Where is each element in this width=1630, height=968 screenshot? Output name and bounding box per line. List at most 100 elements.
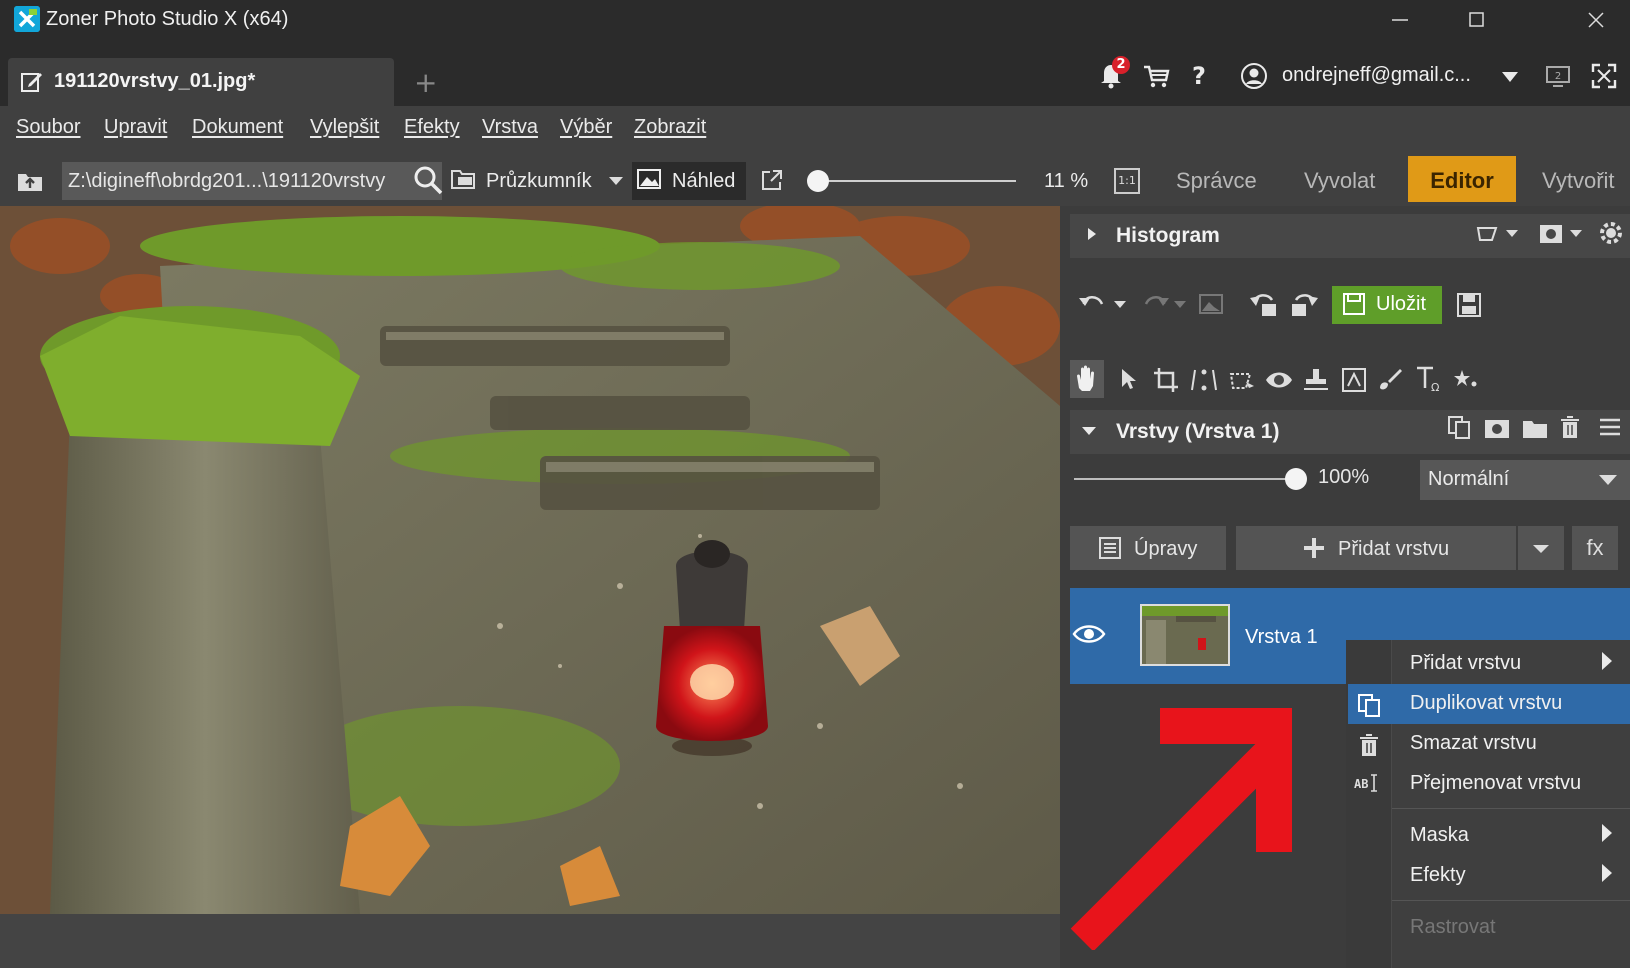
- trash-icon: [1358, 732, 1380, 758]
- save-as-icon: [1457, 293, 1481, 317]
- open-external-button[interactable]: [760, 168, 784, 192]
- hand-tool-button[interactable]: [1070, 360, 1104, 398]
- close-button[interactable]: [1576, 4, 1616, 36]
- add-mask-icon[interactable]: [1484, 418, 1510, 440]
- layer-visibility-eye-icon[interactable]: [1072, 622, 1106, 646]
- window-title: Zoner Photo Studio X (x64): [46, 8, 289, 30]
- fullscreen-icon: [1591, 63, 1617, 89]
- settings-gear-icon[interactable]: [1598, 220, 1624, 246]
- maximize-button[interactable]: [1456, 4, 1496, 36]
- straighten-tool-icon[interactable]: [1190, 366, 1218, 394]
- mode-vytvorit[interactable]: Vytvořit: [1542, 168, 1615, 194]
- blend-mode-value: Normální: [1428, 468, 1510, 490]
- duplicate-icon: [1356, 692, 1382, 718]
- collapse-arrow-icon[interactable]: [1080, 424, 1098, 438]
- menu-vrstva[interactable]: Vrstva: [482, 116, 538, 139]
- undo-button[interactable]: [1076, 290, 1132, 318]
- opacity-slider-track[interactable]: [1074, 478, 1296, 480]
- external-link-icon: [762, 170, 782, 190]
- add-layer-dropdown-button[interactable]: [1518, 526, 1564, 570]
- ctx-rasterize: Rastrovat: [1410, 916, 1496, 938]
- account-name[interactable]: ondrejneff@gmail.c...: [1282, 64, 1471, 87]
- fullscreen-button[interactable]: [1590, 62, 1618, 90]
- zoom-value: 11 %: [1044, 170, 1089, 192]
- zoom-slider-track[interactable]: [808, 180, 1016, 182]
- undo-icon: [1079, 296, 1126, 308]
- text-tool-icon[interactable]: Ω: [1414, 364, 1444, 394]
- blend-mode-dropdown-icon[interactable]: [1598, 474, 1618, 486]
- mode-spravce[interactable]: Správce: [1176, 168, 1257, 194]
- minimize-button[interactable]: [1380, 4, 1420, 36]
- cart-button[interactable]: [1142, 62, 1172, 92]
- effects-tool-icon[interactable]: [1452, 366, 1480, 394]
- select-tool-icon[interactable]: [1118, 366, 1140, 392]
- search-icon: [414, 166, 443, 195]
- svg-text:2: 2: [1555, 71, 1561, 82]
- mode-vyvolat[interactable]: Vyvolat: [1304, 168, 1375, 194]
- menu-efekty[interactable]: Efekty: [404, 116, 460, 139]
- edit-document-icon: [20, 70, 44, 94]
- photo-image: [0, 206, 1060, 914]
- ctx-mask[interactable]: Maska: [1410, 824, 1469, 847]
- menu-zobrazit[interactable]: Zobrazit: [634, 116, 706, 139]
- histogram-options-icon[interactable]: [1476, 222, 1528, 246]
- account-dropdown-icon[interactable]: [1500, 70, 1520, 84]
- opacity-value: 100%: [1318, 466, 1370, 488]
- clone-stamp-tool-icon[interactable]: [1302, 366, 1330, 394]
- redo-button[interactable]: [1138, 290, 1194, 318]
- save-as-button[interactable]: [1456, 292, 1482, 318]
- document-tab-label: 191120vrstvy_01.jpg*: [54, 70, 256, 92]
- plus-icon: [1302, 536, 1326, 560]
- adjustments-label: Úpravy: [1134, 538, 1198, 560]
- delete-layer-icon[interactable]: [1558, 414, 1582, 440]
- ctx-delete-layer[interactable]: Smazat vrstvu: [1410, 732, 1537, 755]
- mask-options-icon[interactable]: [1538, 222, 1588, 246]
- folder-up-button[interactable]: [16, 168, 44, 194]
- photo-canvas[interactable]: [0, 206, 1060, 914]
- folder-up-icon: [18, 174, 42, 191]
- mode-editor-label: Editor: [1430, 168, 1494, 193]
- status-area: [0, 914, 1060, 968]
- context-menu-separator: [1392, 900, 1630, 901]
- histogram-title: Histogram: [1116, 224, 1220, 247]
- fx-button[interactable]: fx: [1572, 526, 1618, 570]
- explorer-label[interactable]: Průzkumník: [486, 170, 592, 193]
- monitor-button[interactable]: 2: [1544, 62, 1572, 90]
- submenu-arrow-icon: [1602, 824, 1612, 842]
- explorer-dropdown-icon[interactable]: [608, 176, 624, 186]
- new-tab-button[interactable]: +: [414, 66, 437, 99]
- search-button[interactable]: [412, 164, 444, 196]
- original-image-icon[interactable]: [1198, 292, 1224, 316]
- ctx-add-layer[interactable]: Přidat vrstvu: [1410, 652, 1521, 675]
- help-button[interactable]: ?: [1192, 62, 1206, 90]
- menu-vyber[interactable]: Výběr: [560, 116, 612, 139]
- opacity-slider-thumb[interactable]: [1285, 468, 1307, 490]
- ctx-duplicate-layer[interactable]: Duplikovat vrstvu: [1410, 692, 1562, 715]
- actual-size-button[interactable]: 1:1: [1114, 168, 1140, 194]
- menu-soubor[interactable]: Soubor: [16, 116, 81, 139]
- user-icon: [1240, 62, 1268, 90]
- crop-tool-icon[interactable]: [1152, 366, 1180, 394]
- ctx-rename-layer[interactable]: Přejmenovat vrstvu: [1410, 772, 1581, 795]
- redo-icon: [1144, 296, 1186, 308]
- layer-group-folder-icon[interactable]: [1522, 418, 1548, 440]
- red-eye-tool-icon[interactable]: [1264, 368, 1294, 392]
- rotate-right-icon[interactable]: [1288, 290, 1318, 318]
- layers-title: Vrstvy (Vrstva 1): [1116, 420, 1280, 443]
- rotate-left-icon[interactable]: [1250, 290, 1280, 318]
- menu-vylepsit[interactable]: Vylepšit: [310, 116, 379, 139]
- duplicate-layer-icon[interactable]: [1446, 414, 1472, 440]
- menu-dokument[interactable]: Dokument: [192, 116, 283, 139]
- preview-icon: [636, 168, 662, 190]
- ctx-effects[interactable]: Efekty: [1410, 864, 1466, 887]
- preview-label: Náhled: [672, 170, 736, 192]
- transform-tool-icon[interactable]: [1340, 366, 1368, 394]
- selection-tool-icon[interactable]: [1228, 368, 1256, 394]
- add-layer-label: Přidat vrstvu: [1338, 538, 1450, 560]
- menu-upravit[interactable]: Upravit: [104, 116, 167, 139]
- brush-tool-icon[interactable]: [1376, 366, 1404, 394]
- expand-arrow-icon[interactable]: [1086, 226, 1098, 242]
- layers-menu-icon[interactable]: [1598, 416, 1622, 438]
- save-label: Uložit: [1376, 293, 1427, 315]
- save-icon: [1342, 292, 1366, 316]
